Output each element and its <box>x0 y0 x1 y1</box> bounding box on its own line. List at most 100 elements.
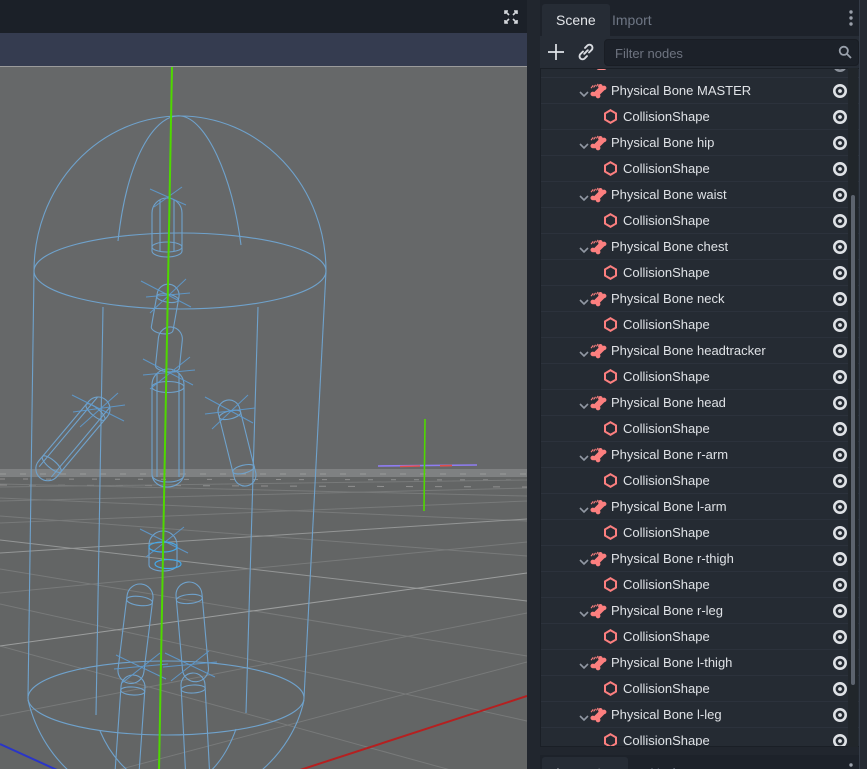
collision-shape-icon <box>602 472 619 489</box>
chevron-down-icon[interactable] <box>578 242 590 252</box>
tree-row-bone[interactable]: Physical Bone waist <box>541 182 860 208</box>
tree-row-collision-shape[interactable]: CollisionShape <box>541 728 860 747</box>
visibility-toggle[interactable] <box>831 342 849 360</box>
eye-icon <box>831 654 849 672</box>
tree-row-bone[interactable]: Physical Bone l-arm <box>541 494 860 520</box>
visibility-toggle[interactable] <box>831 186 849 204</box>
visibility-toggle[interactable] <box>831 316 849 334</box>
physical-bone-icon <box>590 342 607 359</box>
visibility-toggle[interactable] <box>831 264 849 282</box>
tree-row-collision-shape[interactable]: CollisionShape <box>541 364 860 390</box>
chevron-down-icon <box>578 89 590 99</box>
chevron-down-icon[interactable] <box>578 606 590 616</box>
eye-icon <box>831 680 849 698</box>
chevron-down-icon[interactable] <box>578 86 590 96</box>
tree-row-collision-shape[interactable]: CollisionShape <box>541 624 860 650</box>
visibility-toggle[interactable] <box>831 732 849 747</box>
eye-icon <box>831 212 849 230</box>
tree-row-bone[interactable]: Physical Bone MASTER <box>541 78 860 104</box>
tree-row-collision-shape[interactable]: CollisionShape <box>541 468 860 494</box>
node-label: CollisionShape <box>623 681 710 696</box>
visibility-toggle[interactable] <box>831 420 849 438</box>
eye-icon <box>831 550 849 568</box>
visibility-toggle[interactable] <box>831 472 849 490</box>
visibility-toggle[interactable] <box>831 576 849 594</box>
visibility-toggle[interactable] <box>831 238 849 256</box>
chain-link-icon <box>574 40 598 64</box>
chevron-down-icon[interactable] <box>578 398 590 408</box>
visibility-toggle[interactable] <box>831 68 849 74</box>
distraction-free-mode-button[interactable] <box>501 7 521 27</box>
plus-icon <box>544 40 568 64</box>
visibility-toggle[interactable] <box>831 628 849 646</box>
visibility-toggle[interactable] <box>831 602 849 620</box>
chevron-down-icon[interactable] <box>578 710 590 720</box>
scrollbar-thumb[interactable] <box>851 195 855 685</box>
tree-row-collision-shape[interactable]: CollisionShape <box>541 676 860 702</box>
tree-row-bone[interactable]: Physical Bone chest <box>541 234 860 260</box>
add-node-button[interactable] <box>544 40 568 64</box>
node-label: Physical Bone waist <box>611 187 727 202</box>
node-label: Physical Bone neck <box>611 291 724 306</box>
dock-menu-button[interactable] <box>843 6 859 30</box>
scene-tree-scrollbar[interactable] <box>848 68 858 747</box>
3d-viewport[interactable] <box>0 66 527 769</box>
visibility-toggle[interactable] <box>831 550 849 568</box>
chevron-down-icon <box>578 557 590 567</box>
visibility-toggle[interactable] <box>831 498 849 516</box>
tree-row-collision-shape[interactable]: CollisionShape <box>541 208 860 234</box>
visibility-toggle[interactable] <box>831 82 849 100</box>
visibility-toggle[interactable] <box>831 394 849 412</box>
visibility-toggle[interactable] <box>831 680 849 698</box>
visibility-toggle[interactable] <box>831 212 849 230</box>
visibility-toggle[interactable] <box>831 368 849 386</box>
tab-import[interactable]: Import <box>598 4 666 36</box>
tree-row-collision-shape[interactable]: CollisionShape <box>541 520 860 546</box>
eye-icon <box>831 524 849 542</box>
tree-row-bone[interactable]: Physical Bone hip <box>541 130 860 156</box>
tree-row-bone[interactable]: Physical Bone l-leg <box>541 702 860 728</box>
physical-bone-icon <box>590 602 607 619</box>
visibility-toggle[interactable] <box>831 446 849 464</box>
tree-row-bone[interactable]: Physical Bone l-thigh <box>541 650 860 676</box>
tree-row-bone[interactable]: Physical Bone head <box>541 390 860 416</box>
collision-shape-icon <box>602 160 619 177</box>
tree-row-collision-shape[interactable]: CollisionShape <box>541 260 860 286</box>
eye-icon <box>831 628 849 646</box>
chevron-down-icon[interactable] <box>578 294 590 304</box>
tree-row-bone[interactable]: Physical Bone neck <box>541 286 860 312</box>
chevron-down-icon[interactable] <box>578 450 590 460</box>
chevron-down-icon[interactable] <box>578 190 590 200</box>
tree-row-bone[interactable]: Physical Bone headtracker <box>541 338 860 364</box>
tree-row-collision-shape[interactable]: CollisionShape <box>541 572 860 598</box>
node-label: CollisionShape <box>623 161 710 176</box>
visibility-toggle[interactable] <box>831 290 849 308</box>
bottom-dock-menu-button[interactable] <box>843 759 859 769</box>
tree-row-bone[interactable]: Physical Bone r-thigh <box>541 546 860 572</box>
tree-row-root[interactable]: robot <box>541 68 860 78</box>
chevron-down-icon[interactable] <box>578 346 590 356</box>
tree-row-collision-shape[interactable]: CollisionShape <box>541 416 860 442</box>
visibility-toggle[interactable] <box>831 654 849 672</box>
chevron-down-icon[interactable] <box>578 658 590 668</box>
collision-shape-icon <box>602 680 619 697</box>
physical-bone-icon <box>590 186 607 203</box>
eye-icon <box>831 238 849 256</box>
chevron-down-icon[interactable] <box>578 554 590 564</box>
visibility-toggle[interactable] <box>831 706 849 724</box>
instance-scene-button[interactable] <box>574 40 598 64</box>
tab-node[interactable]: Node <box>636 757 697 769</box>
filter-nodes-input[interactable] <box>613 41 827 65</box>
chevron-down-icon[interactable] <box>578 138 590 148</box>
visibility-toggle[interactable] <box>831 134 849 152</box>
chevron-down-icon[interactable] <box>578 502 590 512</box>
tab-inspector[interactable]: Inspector <box>542 757 628 769</box>
tree-row-collision-shape[interactable]: CollisionShape <box>541 156 860 182</box>
visibility-toggle[interactable] <box>831 524 849 542</box>
visibility-toggle[interactable] <box>831 160 849 178</box>
tree-row-collision-shape[interactable]: CollisionShape <box>541 104 860 130</box>
tree-row-bone[interactable]: Physical Bone r-arm <box>541 442 860 468</box>
tree-row-collision-shape[interactable]: CollisionShape <box>541 312 860 338</box>
tree-row-bone[interactable]: Physical Bone r-leg <box>541 598 860 624</box>
visibility-toggle[interactable] <box>831 108 849 126</box>
